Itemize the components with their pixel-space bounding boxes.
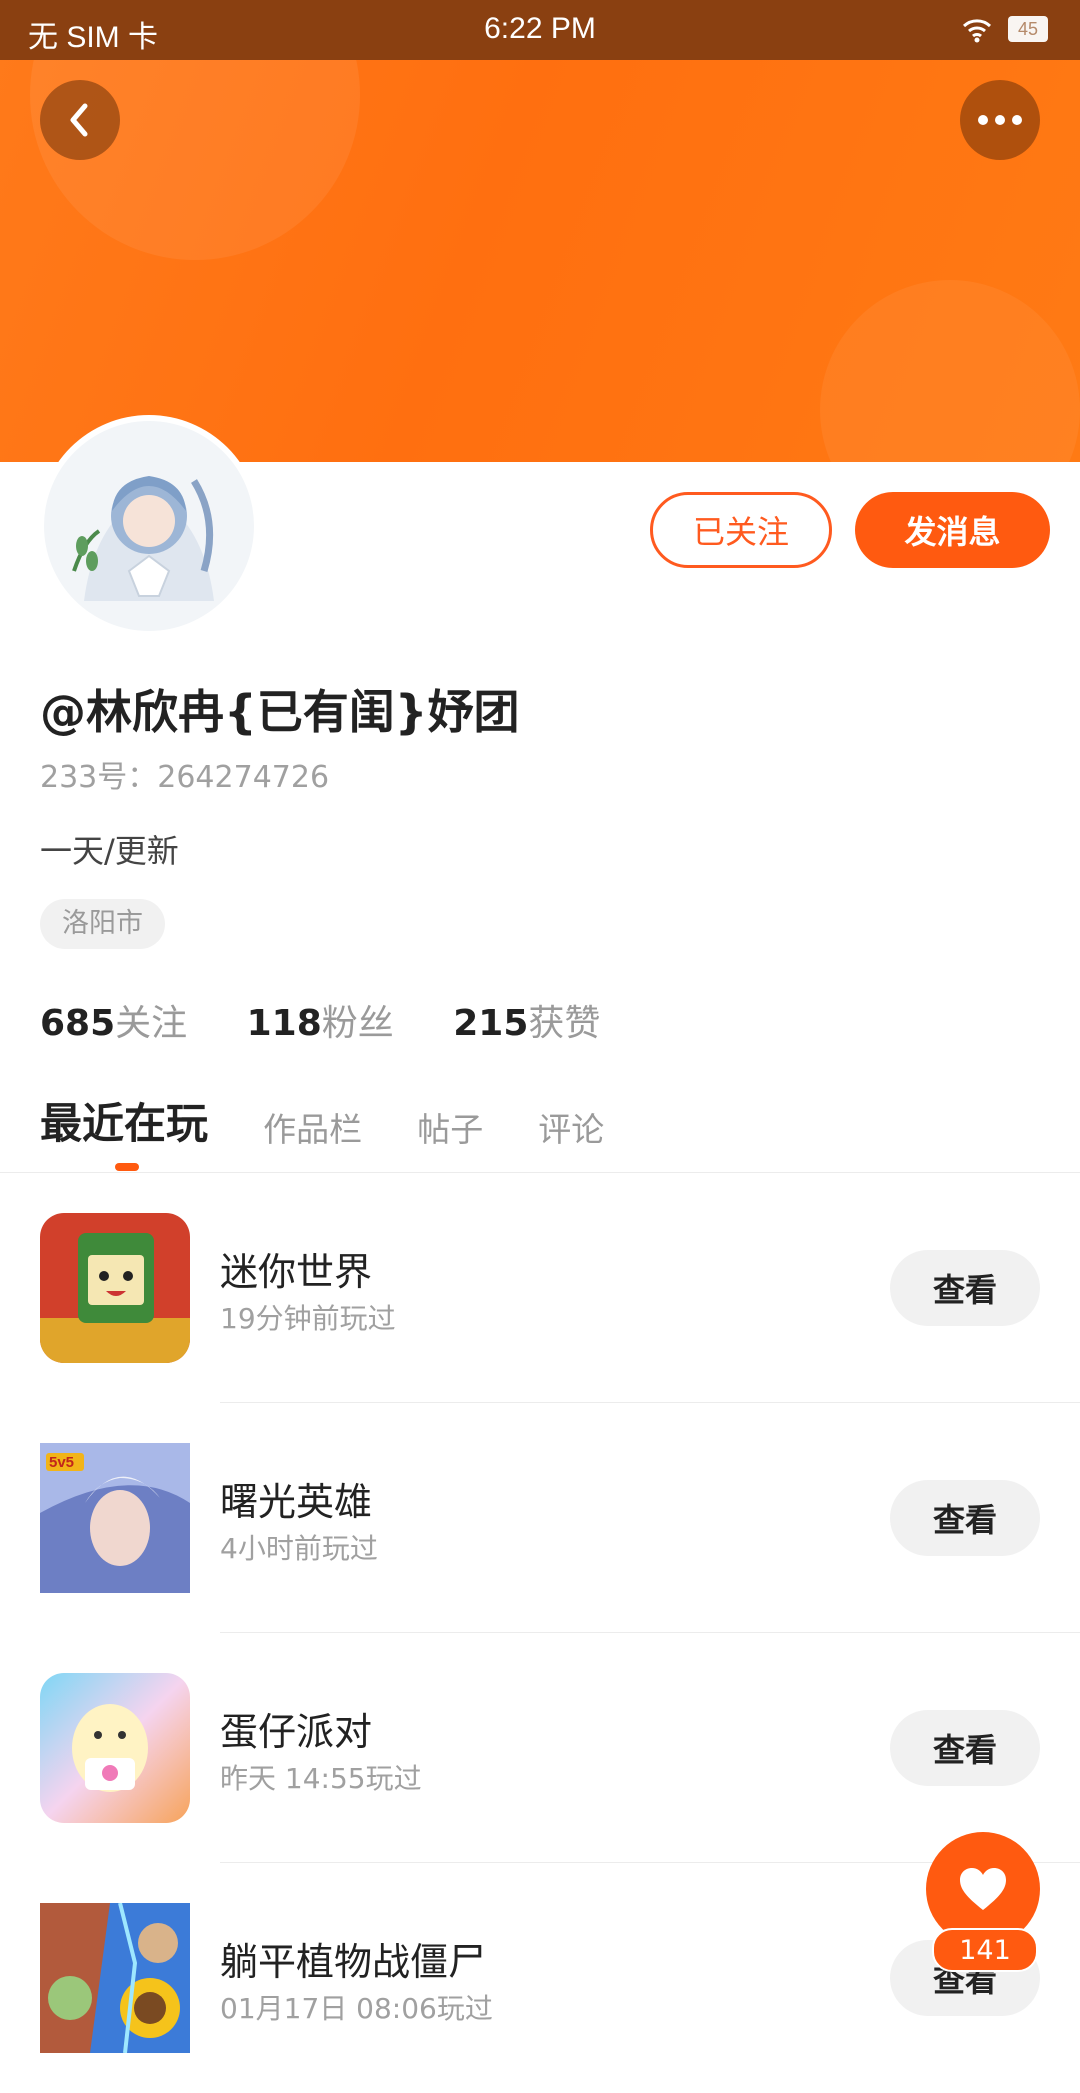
list-item[interactable]: 迷你世界 19分钟前玩过 查看: [0, 1173, 1080, 1403]
tab-recently-played[interactable]: 最近在玩: [40, 1090, 208, 1151]
stat-likes[interactable]: 215获赞: [453, 994, 600, 1046]
last-played: 01月17日 08:06玩过: [220, 1992, 493, 2025]
stat-label: 获赞: [528, 1003, 601, 1044]
stat-number: 118: [246, 1003, 322, 1044]
back-button[interactable]: [40, 80, 120, 160]
username: @林欣冉{已有闺}妤团: [40, 685, 520, 739]
like-count-badge: 141: [932, 1928, 1038, 1972]
game-icon: 5v5: [40, 1443, 190, 1593]
location-tag: 洛阳市: [40, 899, 165, 949]
view-button[interactable]: 查看: [890, 1250, 1040, 1326]
tab-comments[interactable]: 评论: [538, 1103, 604, 1151]
list-item[interactable]: 5v5 曙光英雄 4小时前玩过 查看: [0, 1403, 1080, 1633]
clock: 6:22 PM: [484, 12, 596, 45]
game-icon: [40, 1213, 190, 1363]
game-icon: [40, 1673, 190, 1823]
stat-following[interactable]: 685关注: [40, 994, 187, 1046]
active-tab-indicator: [115, 1163, 139, 1171]
list-item[interactable]: 蛋仔派对 昨天 14:55玩过 查看: [0, 1633, 1080, 1863]
wifi-icon: [962, 19, 992, 43]
avatar[interactable]: [44, 421, 254, 631]
view-button[interactable]: 查看: [890, 1710, 1040, 1786]
tab-bar: 最近在玩 作品栏 帖子 评论: [40, 1090, 654, 1150]
stat-label: 粉丝: [321, 1003, 394, 1044]
last-played: 昨天 14:55玩过: [220, 1762, 422, 1795]
more-dots-icon: [978, 115, 1022, 125]
last-played: 4小时前玩过: [220, 1532, 378, 1565]
stat-number: 215: [453, 1003, 529, 1044]
avatar-image: [44, 421, 254, 631]
game-name: 迷你世界: [220, 1250, 373, 1294]
chevron-left-icon: [70, 103, 88, 137]
stat-number: 685: [40, 1003, 116, 1044]
followed-button[interactable]: 已关注: [650, 492, 832, 568]
svg-text:5v5: 5v5: [49, 1454, 74, 1471]
battery-icon: 45: [1008, 16, 1048, 42]
tab-works[interactable]: 作品栏: [263, 1103, 362, 1151]
more-button[interactable]: [960, 80, 1040, 160]
game-name: 躺平植物战僵尸: [220, 1940, 487, 1984]
view-button[interactable]: 查看: [890, 1480, 1040, 1556]
tab-posts[interactable]: 帖子: [417, 1103, 483, 1151]
stat-followers[interactable]: 118粉丝: [247, 994, 394, 1046]
send-message-button[interactable]: 发消息: [855, 492, 1050, 568]
stat-label: 关注: [115, 1003, 188, 1044]
status-bar: 无 SIM 卡 6:22 PM 45: [0, 0, 1080, 60]
stats-row: 685关注 118粉丝 215获赞: [40, 994, 648, 1046]
user-id: 233号：264274726: [40, 760, 330, 795]
last-played: 19分钟前玩过: [220, 1302, 396, 1335]
profile-banner: [0, 0, 1080, 462]
game-name: 蛋仔派对: [220, 1710, 373, 1754]
game-name: 曙光英雄: [220, 1480, 373, 1524]
banner-decoration: [820, 280, 1080, 462]
game-icon: [40, 1903, 190, 2053]
list-item[interactable]: 躺平植物战僵尸 01月17日 08:06玩过 查看: [0, 1863, 1080, 2093]
heart-icon: [960, 1868, 1006, 1910]
bio: 一天/更新: [40, 832, 179, 870]
